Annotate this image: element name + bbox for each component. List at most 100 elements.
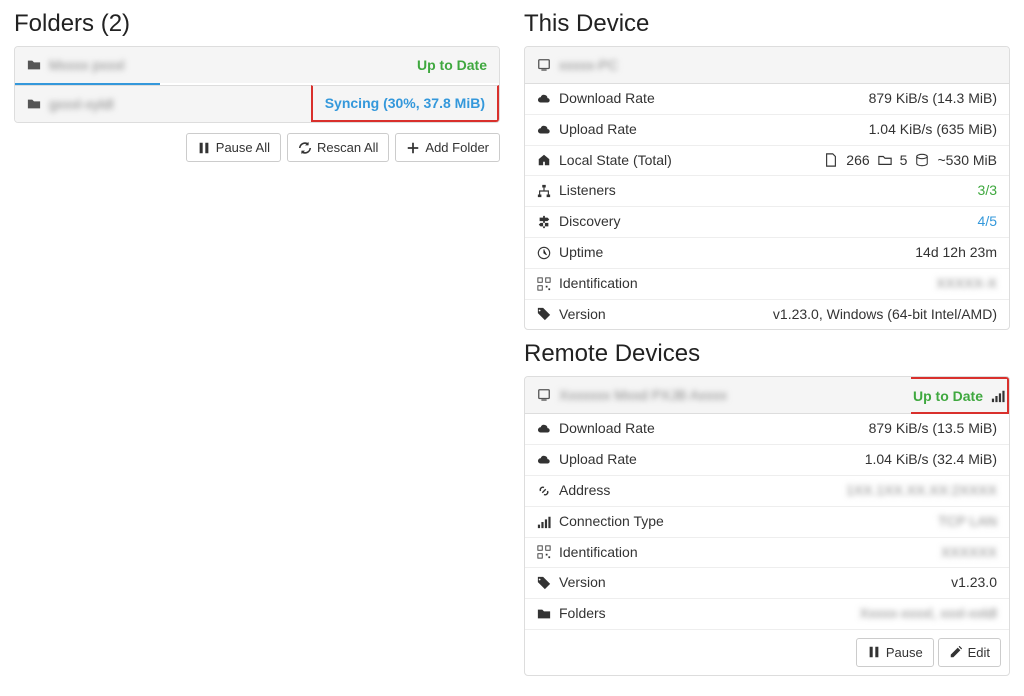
- tag-icon: [537, 307, 551, 321]
- folder-icon: [27, 97, 41, 111]
- row-label: Version: [559, 303, 606, 327]
- upload-rate-row: Upload Rate 1.04 KiB/s (32.4 MiB): [525, 444, 1009, 475]
- folder-icon: [27, 58, 41, 72]
- folders-count: 2: [109, 10, 122, 37]
- add-folder-button[interactable]: Add Folder: [395, 133, 500, 162]
- row-value: 14d 12h 23m: [915, 241, 997, 265]
- row-value: 1.04 KiB/s (635 MiB): [869, 118, 997, 142]
- listeners-row: Listeners 3/3: [525, 175, 1009, 206]
- pause-all-label: Pause All: [216, 140, 270, 155]
- cloud-upload-icon: [537, 453, 551, 467]
- folder-item[interactable]: Mxxxx pxxxl Up to Date: [15, 47, 499, 83]
- rescan-all-label: Rescan All: [317, 140, 378, 155]
- row-label: Download Rate: [559, 87, 655, 111]
- folder-item[interactable]: gxxxl-xyldl: [15, 85, 311, 122]
- device-name: xxxxx-PC: [559, 57, 618, 73]
- folders-row: Folders Xxxxx-xxxxl, xxxl-xxldl: [525, 598, 1009, 629]
- tag-icon: [537, 576, 551, 590]
- row-label: Download Rate: [559, 417, 655, 441]
- pause-button[interactable]: Pause: [856, 638, 934, 667]
- pause-icon: [197, 141, 211, 155]
- remote-device-header[interactable]: Xxxxxxx Mxxd PXJB Axxxx: [525, 377, 911, 414]
- row-value: v1.23.0, Windows (64-bit Intel/AMD): [773, 303, 997, 327]
- row-value: Xxxxx-xxxxl, xxxl-xxldl: [859, 602, 997, 626]
- clock-icon: [537, 246, 551, 260]
- row-label: Upload Rate: [559, 118, 637, 142]
- upload-rate-row: Upload Rate 1.04 KiB/s (635 MiB): [525, 114, 1009, 145]
- row-label: Uptime: [559, 241, 603, 265]
- disk-icon: [915, 153, 929, 167]
- identification-row: Identification XXXXXX: [525, 537, 1009, 568]
- folder-status-highlight: Syncing (30%, 37.8 MiB): [311, 85, 499, 122]
- row-label: Identification: [559, 541, 638, 565]
- row-label: Identification: [559, 272, 638, 296]
- row-label: Connection Type: [559, 510, 664, 534]
- version-row: Version v1.23.0: [525, 567, 1009, 598]
- download-rate-row: Download Rate 879 KiB/s (14.3 MiB): [525, 84, 1009, 114]
- folders-panel: Mxxxx pxxxl Up to Date gxxxl-xyldl Synci…: [14, 46, 500, 123]
- row-label: Version: [559, 571, 606, 595]
- row-label: Upload Rate: [559, 448, 637, 472]
- identification-row: Identification XXXXX-X: [525, 268, 1009, 299]
- row-value[interactable]: 3/3: [978, 179, 997, 203]
- download-rate-row: Download Rate 879 KiB/s (13.5 MiB): [525, 414, 1009, 444]
- row-value[interactable]: XXXXXX: [941, 541, 997, 565]
- discovery-row: Discovery 4/5: [525, 206, 1009, 237]
- link-icon: [537, 484, 551, 498]
- files-count: 266: [846, 149, 869, 173]
- rescan-all-button[interactable]: Rescan All: [287, 133, 389, 162]
- cloud-download-icon: [537, 422, 551, 436]
- row-value: 879 KiB/s (13.5 MiB): [869, 417, 997, 441]
- folder-status: Up to Date: [417, 57, 487, 73]
- file-icon: [824, 153, 838, 167]
- folders-column: Folders (2) Mxxxx pxxxl Up to Date gxxxl…: [14, 10, 500, 686]
- pause-all-button[interactable]: Pause All: [186, 133, 281, 162]
- device-icon: [537, 388, 551, 402]
- uptime-row: Uptime 14d 12h 23m: [525, 237, 1009, 268]
- pause-label: Pause: [886, 645, 923, 660]
- row-label: Discovery: [559, 210, 620, 234]
- plus-icon: [406, 141, 420, 155]
- signal-icon: [537, 515, 551, 529]
- refresh-icon: [298, 141, 312, 155]
- folder-item-row: gxxxl-xyldl Syncing (30%, 37.8 MiB): [15, 85, 499, 122]
- folder-buttons: Pause All Rescan All Add Folder: [14, 133, 500, 162]
- version-row: Version v1.23.0, Windows (64-bit Intel/A…: [525, 299, 1009, 330]
- local-state-row: Local State (Total) 266 5 ~530 MiB: [525, 145, 1009, 176]
- qr-icon: [537, 277, 551, 291]
- row-value: 879 KiB/s (14.3 MiB): [869, 87, 997, 111]
- row-value: 266 5 ~530 MiB: [824, 149, 997, 173]
- this-device-header[interactable]: xxxxx-PC: [525, 47, 1009, 84]
- folder-name: Mxxxx pxxxl: [49, 57, 124, 73]
- folders-heading: Folders (2): [14, 10, 500, 38]
- cloud-upload-icon: [537, 123, 551, 137]
- row-label: Local State (Total): [559, 149, 672, 173]
- folder-name: gxxxl-xyldl: [49, 96, 114, 112]
- edit-button[interactable]: Edit: [938, 638, 1001, 667]
- remote-device-name: Xxxxxxx Mxxd PXJB Axxxx: [559, 387, 727, 403]
- row-label: Listeners: [559, 179, 616, 203]
- add-folder-label: Add Folder: [425, 140, 489, 155]
- pause-icon: [867, 645, 881, 659]
- folders-count: 5: [900, 149, 908, 173]
- device-icon: [537, 58, 551, 72]
- sitemap-icon: [537, 184, 551, 198]
- remote-device-status-highlight: Up to Date: [911, 377, 1009, 414]
- row-value[interactable]: XXXXX-X: [936, 272, 997, 296]
- size-value: ~530 MiB: [937, 149, 997, 173]
- folder-status[interactable]: Syncing (30%, 37.8 MiB): [325, 95, 485, 111]
- cloud-download-icon: [537, 92, 551, 106]
- this-device-panel: xxxxx-PC Download Rate 879 KiB/s (14.3 M…: [524, 46, 1010, 330]
- connection-type-row: Connection Type TCP LAN: [525, 506, 1009, 537]
- row-label: Folders: [559, 602, 606, 626]
- pencil-icon: [949, 645, 963, 659]
- right-column: This Device xxxxx-PC Download Rate 879 K…: [524, 10, 1010, 686]
- edit-label: Edit: [968, 645, 990, 660]
- remote-device-buttons: Pause Edit: [525, 629, 1009, 675]
- signpost-icon: [537, 215, 551, 229]
- folders-heading-prefix: Folders (: [14, 10, 109, 37]
- address-row: Address 1XX.1XX.XX.XX:2XXXX: [525, 475, 1009, 506]
- row-value[interactable]: 4/5: [978, 210, 997, 234]
- row-value: 1.04 KiB/s (32.4 MiB): [865, 448, 997, 472]
- row-value: 1XX.1XX.XX.XX:2XXXX: [846, 479, 997, 503]
